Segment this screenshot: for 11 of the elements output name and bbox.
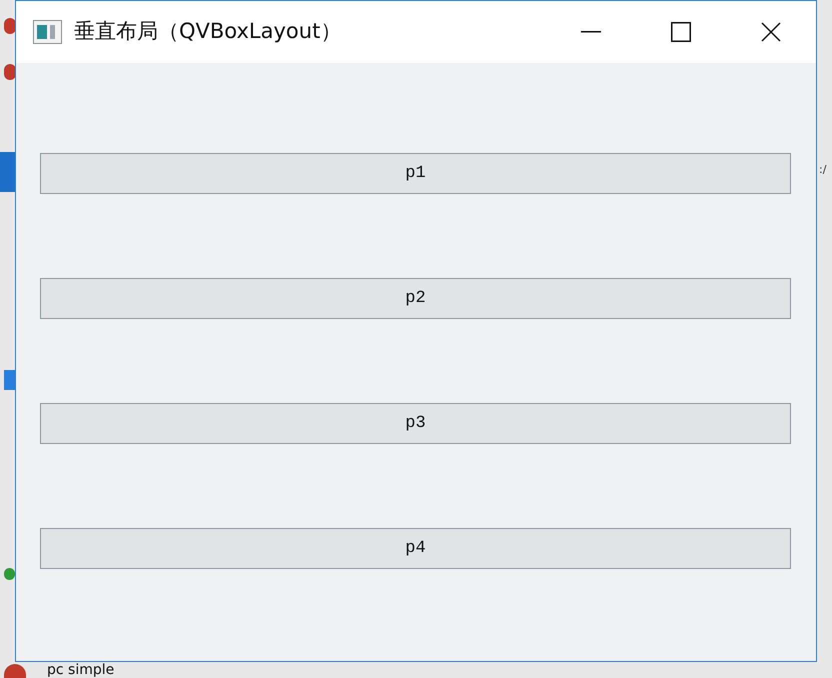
maximize-icon [671,22,691,42]
push-button[interactable]: p2 [40,278,791,319]
push-button[interactable]: p3 [40,403,791,444]
push-button[interactable]: p4 [40,528,791,569]
path-text: :/ [819,164,826,175]
close-icon [761,22,781,42]
push-button[interactable]: p1 [40,153,791,194]
minimize-icon [581,31,601,33]
window-title: 垂直布局（QVBoxLayout） [74,18,342,46]
file-name[interactable]: pc simple [47,663,114,677]
window-icon [33,20,62,44]
